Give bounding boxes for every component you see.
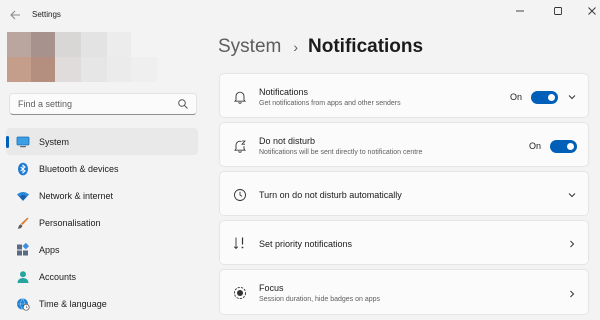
sidebar-item-apps[interactable]: Apps bbox=[6, 236, 198, 263]
do-not-disturb-toggle[interactable] bbox=[550, 140, 577, 153]
breadcrumb: System › Notifications bbox=[218, 36, 423, 58]
minimize-icon bbox=[516, 10, 524, 12]
card-subtitle: Session duration, hide badges on apps bbox=[259, 296, 381, 303]
search-placeholder: Find a setting bbox=[18, 99, 73, 109]
card-subtitle: Get notifications from apps and other se… bbox=[259, 100, 401, 107]
card-title: Focus bbox=[259, 283, 284, 293]
sidebar-item-label: Apps bbox=[39, 244, 60, 255]
arrow-left-icon bbox=[9, 10, 20, 20]
maximize-button[interactable] bbox=[540, 0, 576, 22]
card-title: Turn on do not disturb automatically bbox=[259, 190, 402, 200]
back-button[interactable] bbox=[4, 5, 26, 25]
card-title: Do not disturb bbox=[259, 136, 316, 146]
breadcrumb-parent[interactable]: System bbox=[218, 36, 281, 58]
bell-snooze-icon bbox=[234, 140, 246, 153]
search-icon[interactable] bbox=[177, 98, 189, 110]
sidebar-item-network[interactable]: Network & internet bbox=[6, 182, 198, 209]
chevron-right-icon[interactable] bbox=[567, 289, 577, 299]
card-title: Notifications bbox=[259, 87, 309, 97]
sidebar-item-bluetooth[interactable]: Bluetooth & devices bbox=[6, 155, 198, 182]
dnd-automatic-card[interactable]: Turn on do not disturb automatically bbox=[219, 171, 589, 216]
sidebar-item-time-language[interactable]: Time & language bbox=[6, 290, 198, 317]
page-title: Notifications bbox=[308, 36, 424, 57]
notifications-toggle[interactable] bbox=[531, 91, 558, 104]
sidebar-item-label: System bbox=[39, 136, 70, 147]
maximize-icon bbox=[554, 7, 562, 15]
sidebar-item-label: Accounts bbox=[39, 271, 77, 282]
bluetooth-icon bbox=[16, 162, 30, 176]
app-title: Settings bbox=[32, 10, 61, 19]
clock-icon bbox=[234, 189, 246, 201]
wifi-icon bbox=[16, 189, 30, 203]
monitor-icon bbox=[16, 135, 30, 149]
sidebar-item-label: Time & language bbox=[39, 298, 107, 309]
sidebar-item-personalisation[interactable]: Personalisation bbox=[6, 209, 198, 236]
priority-notifications-card[interactable]: Set priority notifications bbox=[219, 220, 589, 265]
close-button[interactable] bbox=[574, 0, 600, 22]
search-input[interactable]: Find a setting bbox=[9, 93, 197, 115]
breadcrumb-separator: › bbox=[293, 39, 299, 55]
sidebar-item-label: Bluetooth & devices bbox=[39, 163, 119, 174]
sidebar-item-accounts[interactable]: Accounts bbox=[6, 263, 198, 290]
chevron-down-icon[interactable] bbox=[567, 92, 577, 102]
minimize-button[interactable] bbox=[502, 0, 538, 22]
priority-sort-icon bbox=[233, 237, 244, 250]
sidebar-item-system[interactable]: System bbox=[6, 128, 198, 155]
chevron-down-icon[interactable] bbox=[567, 190, 577, 200]
focus-icon bbox=[233, 286, 247, 300]
notifications-card[interactable]: Notifications Get notifications from app… bbox=[219, 73, 589, 118]
card-subtitle: Notifications will be sent directly to n… bbox=[259, 149, 423, 156]
chevron-right-icon[interactable] bbox=[567, 239, 577, 249]
close-icon bbox=[588, 7, 596, 15]
do-not-disturb-card[interactable]: Do not disturb Notifications will be sen… bbox=[219, 122, 589, 167]
brush-icon bbox=[16, 216, 30, 230]
card-title: Set priority notifications bbox=[259, 239, 353, 249]
title-bar: Settings bbox=[0, 0, 600, 30]
toggle-state-label: On bbox=[510, 92, 523, 102]
apps-icon bbox=[16, 242, 30, 257]
bell-icon bbox=[234, 91, 246, 104]
person-icon bbox=[16, 270, 30, 284]
sidebar-item-label: Personalisation bbox=[39, 217, 101, 228]
toggle-state-label: On bbox=[529, 141, 542, 151]
focus-card[interactable]: Focus Session duration, hide badges on a… bbox=[219, 269, 589, 315]
avatar[interactable] bbox=[7, 32, 157, 82]
sidebar-item-label: Network & internet bbox=[39, 190, 114, 201]
globe-clock-icon bbox=[16, 297, 30, 311]
sidebar-nav: System Bluetooth & devices Network & int… bbox=[6, 128, 198, 317]
